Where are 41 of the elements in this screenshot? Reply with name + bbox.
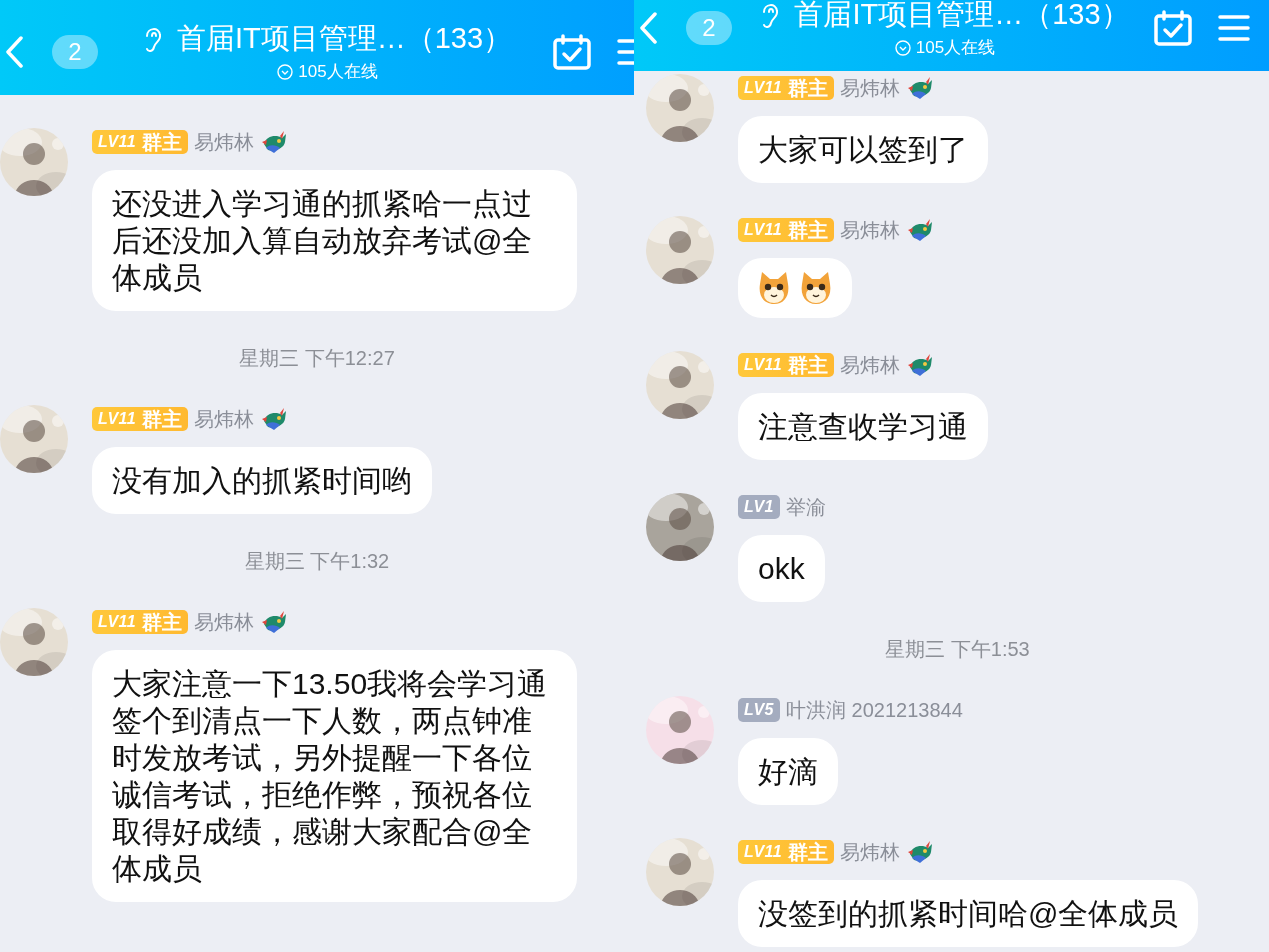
sender-name: 举渝 [785, 494, 826, 520]
menu-icon[interactable] [1218, 13, 1250, 42]
message-bubble[interactable]: 大家注意一下13.50我将会学习通签个到清点一下人数，两点钟准时发放考试，另外提醒一下各位诚信考试，拒绝作弊，预祝各位取得好成绩，感谢大家配合@全体成员 [92, 650, 577, 902]
sender-name: 易炜林 [840, 217, 901, 243]
online-count: 105人在线 [915, 37, 996, 59]
sender-name: 易炜林 [840, 839, 901, 865]
level-badge: LV11 群主 [738, 218, 835, 242]
sticker-bubble[interactable] [738, 258, 852, 318]
timestamp: 星期三 下午1:32 [244, 549, 390, 574]
online-count: 105人在线 [298, 61, 378, 83]
calendar-check-icon[interactable] [1154, 9, 1192, 46]
chevron-circle-icon[interactable] [894, 39, 911, 56]
back-icon[interactable] [638, 11, 658, 44]
message-bubble[interactable]: 没有加入的抓紧时间哟 [92, 447, 432, 514]
level-badge: LV11 群主 [92, 610, 189, 634]
sender-name: 叶洪润 2021213844 [785, 697, 963, 723]
message-bubble[interactable]: okk [738, 535, 825, 602]
chevron-circle-icon[interactable] [277, 63, 294, 80]
level-badge: LV11 群主 [738, 76, 835, 100]
sender-name: 易炜林 [194, 609, 255, 635]
message-bubble[interactable]: 好滴 [738, 738, 838, 805]
sender-name: 易炜林 [840, 352, 901, 378]
message-bubble[interactable]: 大家可以签到了 [738, 116, 988, 183]
level-badge: LV5 [738, 698, 780, 722]
level-badge: LV1 [738, 495, 780, 519]
sender-name: 易炜林 [840, 75, 901, 101]
sender-name: 易炜林 [194, 406, 255, 432]
chat-title: 首届IT项目管理…（133） [794, 0, 1130, 32]
level-badge: LV11 群主 [92, 130, 189, 154]
calendar-check-icon[interactable] [553, 33, 591, 70]
message-bubble[interactable]: 还没进入学习通的抓紧哈一点过后还没加入算自动放弃考试@全体成员 [92, 170, 577, 311]
message-bubble[interactable]: 没签到的抓紧时间哈@全体成员 [738, 880, 1199, 947]
level-badge: LV11 群主 [738, 840, 835, 864]
sender-name: 易炜林 [194, 129, 255, 155]
level-badge: LV11 群主 [92, 407, 189, 431]
back-icon[interactable] [4, 35, 24, 68]
level-badge: LV11 群主 [738, 353, 835, 377]
message-bubble[interactable]: 注意查收学习通 [738, 393, 988, 460]
timestamp: 星期三 下午12:27 [239, 346, 395, 371]
timestamp: 星期三 下午1:53 [885, 637, 1030, 662]
chat-title: 首届IT项目管理…（133） [176, 20, 513, 56]
